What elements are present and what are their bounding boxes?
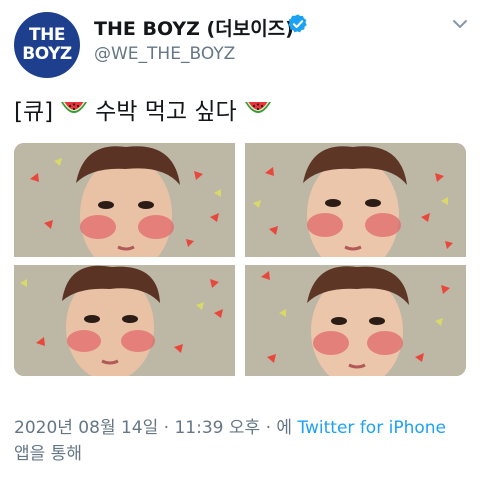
tweet-time[interactable]: 11:39 오후 bbox=[174, 418, 260, 438]
via-prefix: 에 bbox=[276, 418, 293, 438]
tweet-body: 수박 먹고 싶다 bbox=[95, 99, 237, 125]
source-link[interactable]: Twitter for iPhone bbox=[297, 418, 446, 438]
display-name[interactable]: THE BOYZ (더보이즈) bbox=[94, 14, 294, 41]
selfie-photo-icon bbox=[245, 143, 466, 257]
via-suffix: 앱을 통해 bbox=[14, 444, 82, 464]
avatar-logo-text: THE BOYZ bbox=[22, 25, 72, 64]
tweet-photo[interactable] bbox=[14, 143, 235, 257]
selfie-photo-icon bbox=[14, 143, 235, 257]
avatar[interactable]: THE BOYZ bbox=[14, 12, 80, 78]
tweet-photo[interactable] bbox=[245, 265, 466, 376]
tweet-date[interactable]: 2020년 08월 14일 bbox=[14, 418, 158, 438]
separator-dot: · bbox=[265, 418, 271, 438]
selfie-photo-icon bbox=[14, 265, 235, 376]
tweet-text: [큐] 수박 먹고 싶다 bbox=[14, 92, 279, 126]
tweet-meta: 2020년 08월 14일 · 11:39 오후 · 에 Twitter for… bbox=[14, 415, 466, 467]
photo-grid bbox=[14, 143, 466, 376]
verified-badge-icon bbox=[288, 14, 307, 33]
chevron-down-icon[interactable] bbox=[452, 18, 468, 30]
watermelon-icon bbox=[244, 102, 271, 113]
tweet-photo[interactable] bbox=[245, 143, 466, 257]
handle[interactable]: @WE_THE_BOYZ bbox=[94, 44, 235, 64]
tweet-prefix: [큐] bbox=[14, 99, 54, 125]
tweet-photo[interactable] bbox=[14, 265, 235, 376]
separator-dot: · bbox=[163, 418, 170, 438]
selfie-photo-icon bbox=[245, 265, 466, 376]
watermelon-icon bbox=[61, 102, 88, 113]
